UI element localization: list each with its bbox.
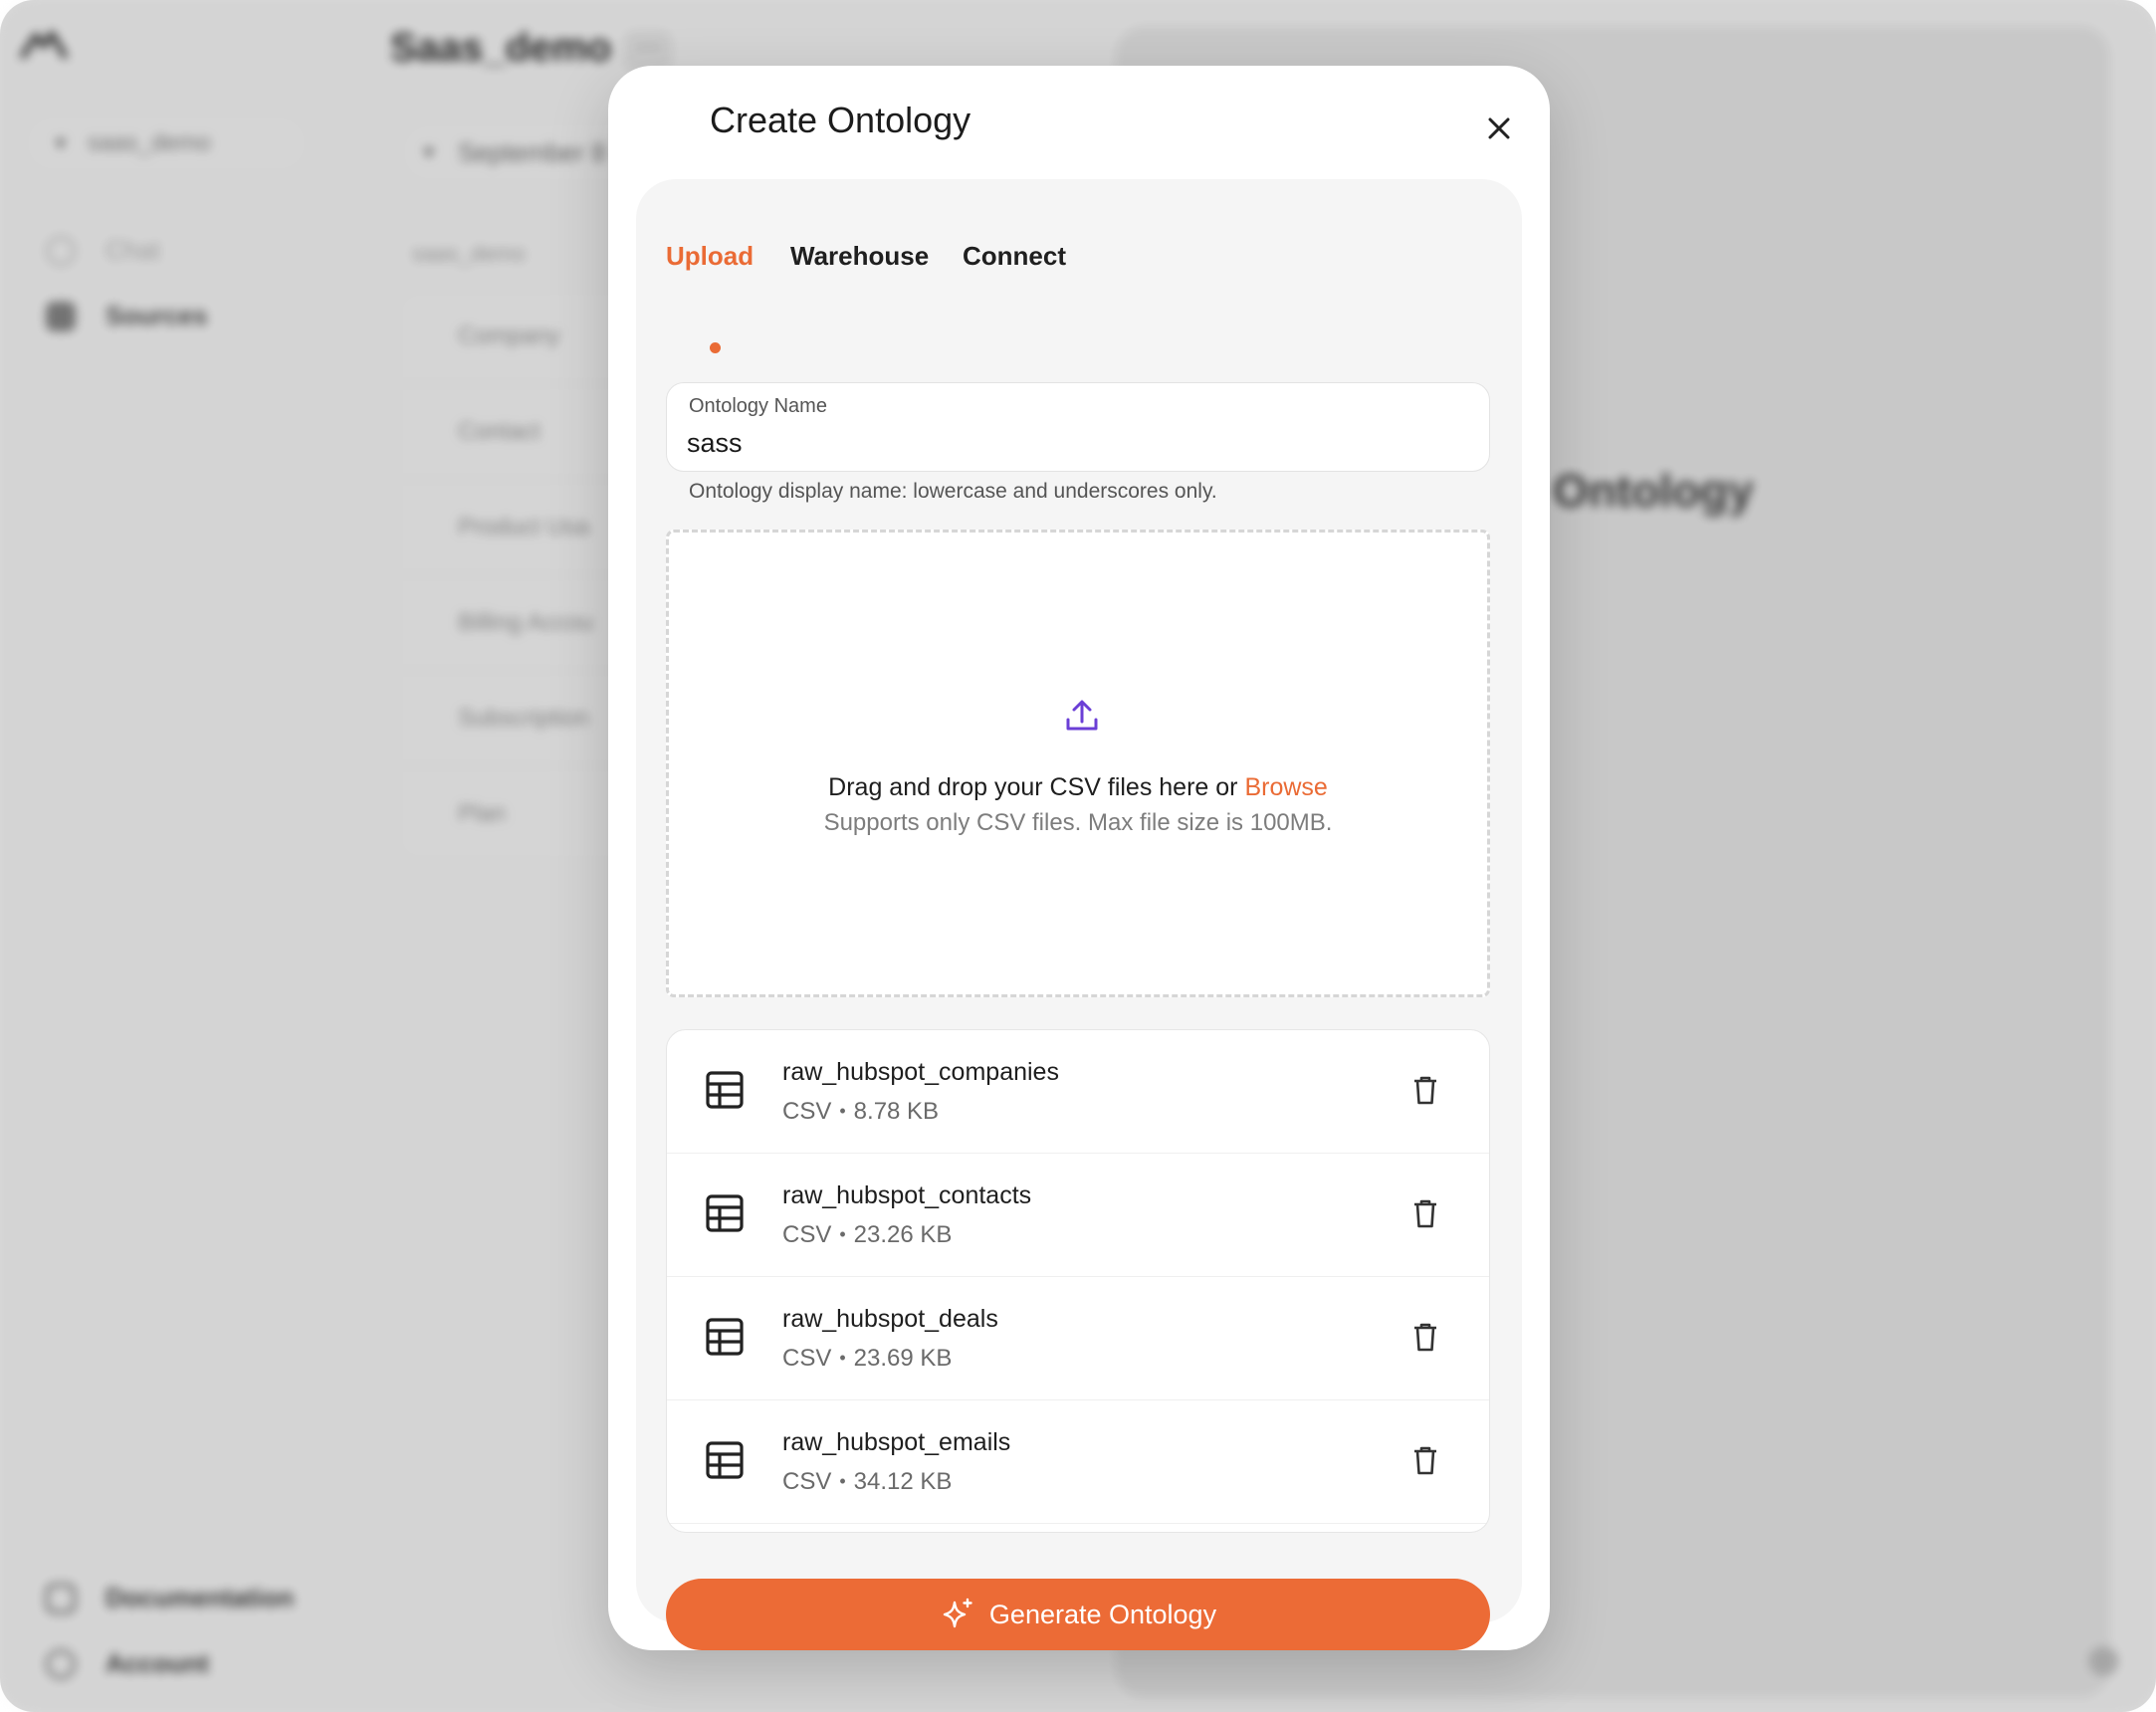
dropzone-subtext: Supports only CSV files. Max file size i… [823, 809, 1333, 836]
ontology-name-input[interactable] [687, 425, 1463, 461]
file-row: raw_hubspot_deals CSV • 23.69 KB [667, 1277, 1489, 1400]
file-name: raw_hubspot_companies [782, 1058, 1059, 1086]
trash-icon[interactable] [1407, 1195, 1443, 1231]
dialog-body: Upload Warehouse Connect Ontology Name O… [636, 179, 1522, 1650]
trash-icon[interactable] [1407, 1319, 1443, 1355]
active-tab-indicator [710, 342, 721, 353]
meta-separator: • [839, 1471, 846, 1491]
ontology-name-field[interactable]: Ontology Name [666, 382, 1490, 472]
file-dropzone[interactable]: Drag and drop your CSV files here or Bro… [666, 530, 1490, 997]
file-size: 8.78 KB [853, 1098, 940, 1125]
ontology-name-help: Ontology display name: lowercase and und… [689, 480, 1217, 503]
ontology-name-label: Ontology Name [689, 395, 827, 417]
file-type: CSV [782, 1345, 832, 1372]
upload-icon [1066, 700, 1098, 731]
close-icon [1488, 117, 1510, 139]
file-meta: CSV • 23.26 KB [782, 1221, 952, 1249]
tab-upload[interactable]: Upload [666, 241, 754, 272]
browse-link[interactable]: Browse [1244, 773, 1327, 801]
file-name: raw_hubspot_deals [782, 1305, 998, 1333]
table-icon [706, 1071, 744, 1109]
file-meta: CSV • 8.78 KB [782, 1098, 939, 1126]
file-name: raw_hubspot_emails [782, 1428, 1011, 1456]
file-type: CSV [782, 1221, 832, 1248]
tab-warehouse[interactable]: Warehouse [790, 241, 929, 272]
sparkle-icon [943, 1598, 972, 1628]
file-size: 23.69 KB [853, 1345, 953, 1372]
trash-icon[interactable] [1407, 1442, 1443, 1478]
table-icon [706, 1194, 744, 1232]
generate-ontology-button[interactable]: Generate Ontology [666, 1579, 1490, 1650]
file-row: raw_hubspot_companies CSV • 8.78 KB [667, 1030, 1489, 1154]
generate-button-label: Generate Ontology [988, 1599, 1217, 1629]
dialog-title: Create Ontology [710, 100, 971, 140]
file-size: 23.26 KB [853, 1221, 953, 1248]
uploaded-files-list[interactable]: raw_hubspot_companies CSV • 8.78 KB raw_hu… [666, 1029, 1490, 1533]
file-row: raw_hubspot_emails CSV • 34.12 KB [667, 1400, 1489, 1524]
trash-icon[interactable] [1407, 1072, 1443, 1108]
dropzone-text: Drag and drop your CSV files here or Bro… [669, 773, 1487, 802]
file-row: raw_hubspot_contacts CSV • 23.26 KB [667, 1154, 1489, 1277]
table-icon [706, 1318, 744, 1356]
table-icon [706, 1441, 744, 1479]
file-size: 34.12 KB [853, 1468, 953, 1495]
file-meta: CSV • 23.69 KB [782, 1345, 952, 1373]
meta-separator: • [839, 1224, 846, 1244]
meta-separator: • [839, 1348, 846, 1368]
create-ontology-dialog: Create Ontology Upload Warehouse Connect… [608, 66, 1550, 1650]
file-type: CSV [782, 1468, 832, 1495]
tab-connect[interactable]: Connect [963, 241, 1066, 272]
close-button[interactable] [1474, 104, 1524, 153]
file-meta: CSV • 34.12 KB [782, 1468, 952, 1496]
dropzone-instruction: Drag and drop your CSV files here or [828, 773, 1245, 801]
file-type: CSV [782, 1098, 832, 1125]
file-name: raw_hubspot_contacts [782, 1181, 1032, 1209]
meta-separator: • [839, 1101, 846, 1121]
